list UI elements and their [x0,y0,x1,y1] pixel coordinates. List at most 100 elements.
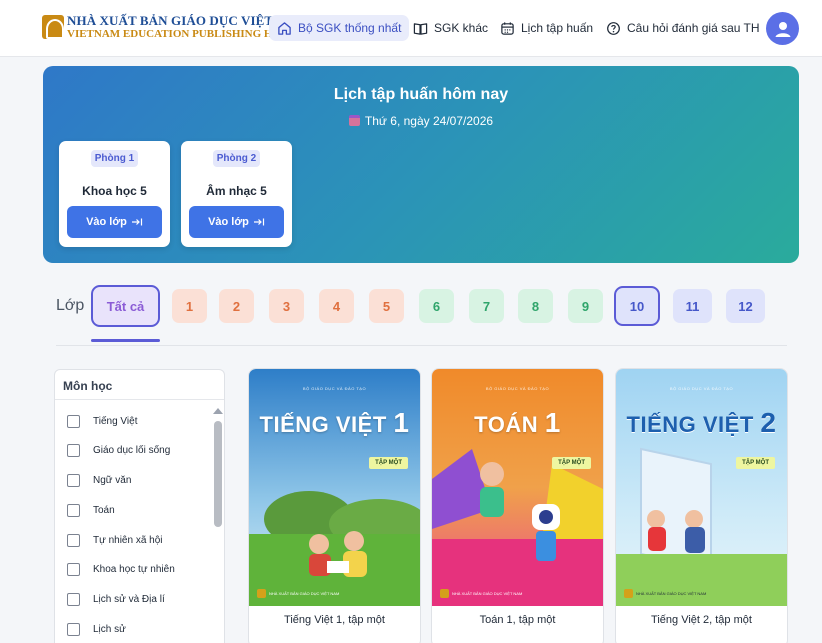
book-cover-image: BỘ GIÁO DỤC VÀ ĐÀO TẠO TIẾNG VIỆT 1 TẬP … [249,369,420,606]
cover-title: TOÁN 1 [432,407,603,439]
home-icon [278,21,291,35]
checkbox[interactable] [67,622,80,636]
cover-publisher-text: NHÀ XUẤT BẢN GIÁO DỤC VIỆT NAM [269,591,340,596]
top-header: NHÀ XUẤT BẢN GIÁO DỤC VIỆT NAM VIETNAM E… [0,0,822,57]
grade-tab-indicator [91,339,160,342]
banner-title: Lịch tập huấn hôm nay [333,86,509,103]
cover-title-number: 2 [760,407,777,438]
cover-publisher-text: NHÀ XUẤT BẢN GIÁO DỤC VIỆT NAM [452,591,523,596]
cover-title-number: 1 [544,407,561,438]
cover-ministry: BỘ GIÁO DỤC VÀ ĐÀO TẠO [302,386,367,391]
logo-mark-icon [42,15,64,39]
nav-item-other-textbooks[interactable]: SGK khác [405,15,496,41]
subject-option[interactable]: Ngữ văn [67,473,131,487]
enter-arrow-icon [131,218,143,226]
cover-title-number: 1 [393,407,410,438]
subject-option[interactable]: Tiếng Việt [67,414,137,428]
grade-button-11[interactable]: 11 [673,289,712,323]
room-card: Phòng 1 Khoa học 5 Vào lớp [59,141,170,247]
book-title[interactable]: Tiếng Việt 1, tập một [249,614,420,626]
checkbox[interactable] [67,473,80,487]
subject-filter-heading: Môn học [63,379,113,393]
book-cover-image: BỘ GIÁO DỤC VÀ ĐÀO TẠO TIẾNG VIỆT 2 TẬP … [616,369,787,606]
join-class-label: Vào lớp [86,216,127,228]
cover-title: TIẾNG VIỆT 1 [249,407,420,439]
book-card[interactable]: BỘ GIÁO DỤC VÀ ĐÀO TẠO TIẾNG VIỆT 2 TẬP … [615,368,788,643]
banner-date: Thứ 6, ngày 24/07/2026 [364,114,494,128]
cover-volume-tag: TẬP MỘT [552,457,591,469]
cover-title: TIẾNG VIỆT 2 [616,407,787,439]
book-card[interactable]: BỘ GIÁO DỤC VÀ ĐÀO TẠO TIẾNG VIỆT 1 TẬP … [248,368,421,643]
grade-button-1[interactable]: 1 [172,289,207,323]
checkbox[interactable] [67,592,80,606]
join-class-button[interactable]: Vào lớp [67,206,162,238]
grade-button-7[interactable]: 7 [469,289,504,323]
cover-publisher: NHÀ XUẤT BẢN GIÁO DỤC VIỆT NAM [440,589,522,598]
nav-item-unified-textbooks[interactable]: Bộ SGK thống nhất [269,15,410,41]
subject-divider [55,399,224,400]
book-title[interactable]: Toán 1, tập một [432,614,603,626]
grade-button-10[interactable]: 10 [614,286,660,326]
scrollbar-thumb[interactable] [214,421,222,527]
grade-button-12[interactable]: 12 [726,289,765,323]
grade-button-3[interactable]: 3 [269,289,304,323]
nav-label: Lịch tập huấn [521,21,594,35]
banner-date-row: Thứ 6, ngày 24/07/2026 [43,114,799,128]
cover-ministry: BỘ GIÁO DỤC VÀ ĐÀO TẠO [485,386,550,391]
scroll-up-arrow-icon[interactable] [213,408,223,414]
subject-option[interactable]: Lịch sử và Địa lí [67,592,165,606]
cover-volume-tag: TẬP MỘT [736,457,775,469]
subject-option[interactable]: Toán [67,503,115,517]
subject-option[interactable]: Tự nhiên xã hội [67,533,163,547]
checkbox[interactable] [67,533,80,547]
subject-label: Giáo dục lối sống [93,444,171,456]
join-class-button[interactable]: Vào lớp [189,206,284,238]
cover-ministry: BỘ GIÁO DỤC VÀ ĐÀO TẠO [669,386,734,391]
grade-button-6[interactable]: 6 [419,289,454,323]
subject-label: Lịch sử [93,623,126,635]
book-card[interactable]: BỘ GIÁO DỤC VÀ ĐÀO TẠO TOÁN 1 TẬP MỘT NH… [431,368,604,643]
room-subject: Khoa học 5 [82,184,147,198]
book-cover-art [616,369,787,606]
user-icon [775,21,790,37]
book-title[interactable]: Tiếng Việt 2, tập một [616,614,787,626]
grade-button-5[interactable]: 5 [369,289,404,323]
checkbox[interactable] [67,503,80,517]
subject-filter-panel: Môn học Tiếng Việt Giáo dục lối sống Ngữ… [54,369,225,643]
grade-button-2[interactable]: 2 [219,289,254,323]
checkbox[interactable] [67,562,80,576]
subject-label: Lịch sử và Địa lí [93,593,165,605]
join-class-label: Vào lớp [208,216,249,228]
help-circle-icon [607,21,620,35]
calendar-icon [501,21,514,35]
book-cover-art [249,369,420,606]
subject-option[interactable]: Khoa học tự nhiên [67,562,175,576]
publisher-logo[interactable]: NHÀ XUẤT BẢN GIÁO DỤC VIỆT NAM VIETNAM E… [42,14,308,40]
nav-label: Câu hỏi đánh giá sau TH [627,21,760,35]
room-badge: Phòng 2 [213,150,260,167]
user-avatar[interactable] [766,12,799,45]
grade-button-4[interactable]: 4 [319,289,354,323]
cover-publisher: NHÀ XUẤT BẢN GIÁO DỤC VIỆT NAM [257,589,339,598]
nav-label: Bộ SGK thống nhất [298,21,402,35]
nav-item-training-schedule[interactable]: Lịch tập huấn [492,15,601,41]
today-training-banner: Lịch tập huấn hôm nay Thứ 6, ngày 24/07/… [43,66,799,263]
cover-publisher: NHÀ XUẤT BẢN GIÁO DỤC VIỆT NAM [624,589,706,598]
checkbox[interactable] [67,443,80,457]
subject-option[interactable]: Giáo dục lối sống [67,443,170,457]
book-cover-art [432,369,603,606]
nav-item-assessment-questions[interactable]: Câu hỏi đánh giá sau TH [598,15,768,41]
room-card: Phòng 2 Âm nhạc 5 Vào lớp [181,141,292,247]
grade-button-8[interactable]: 8 [518,289,553,323]
calendar-icon [348,115,360,126]
book-icon [413,22,428,35]
cover-title-text: TIẾNG VIỆT [626,412,754,437]
subject-label: Tiếng Việt [93,415,138,427]
subject-label: Toán [93,504,115,516]
book-cover-image: BỘ GIÁO DỤC VÀ ĐÀO TẠO TOÁN 1 TẬP MỘT NH… [432,369,603,606]
grade-button-9[interactable]: 9 [568,289,603,323]
cover-volume-tag: TẬP MỘT [369,457,408,469]
grade-all-button[interactable]: Tất cả [91,285,160,327]
checkbox[interactable] [67,414,80,428]
subject-option[interactable]: Lịch sử [67,622,126,636]
